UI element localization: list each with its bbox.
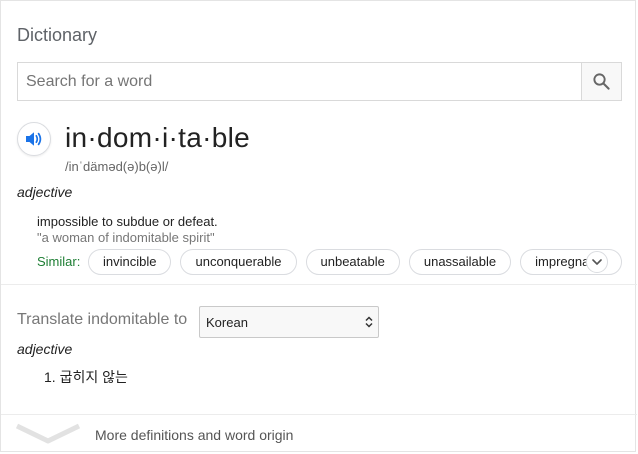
translation-part-of-speech: adjective	[17, 341, 73, 357]
chevron-down-icon	[15, 423, 81, 444]
translation-item: 1. 굽히지 않는	[44, 369, 128, 385]
definition: impossible to subdue or defeat.	[37, 214, 218, 229]
selected-language: Korean	[206, 315, 248, 330]
pronunciation-button[interactable]	[17, 122, 51, 156]
more-definitions-label: More definitions and word origin	[95, 427, 294, 443]
part-of-speech: adjective	[17, 184, 73, 200]
similar-chip[interactable]: unbeatable	[305, 249, 400, 275]
speaker-icon	[26, 132, 42, 146]
section-divider	[1, 284, 637, 285]
card-title: Dictionary	[17, 25, 98, 45]
search-box	[17, 62, 622, 101]
similar-words: invincible unconquerable unbeatable unas…	[88, 249, 622, 275]
expand-chevron-icon	[592, 259, 602, 265]
similar-label: Similar:	[37, 254, 81, 269]
phonetic-spelling: /inˈdäməd(ə)b(ə)l/	[65, 159, 169, 174]
search-input[interactable]	[18, 63, 582, 100]
search-button[interactable]	[581, 63, 621, 100]
select-arrows-icon	[365, 316, 373, 328]
similar-chip[interactable]: unassailable	[408, 249, 512, 275]
translate-label: Translate indomitable to	[17, 311, 188, 328]
similar-chip[interactable]: invincible	[88, 249, 172, 275]
search-icon	[593, 73, 610, 90]
example-sentence: "a woman of indomitable spirit"	[37, 230, 215, 245]
headword: in·dom·i·ta·ble	[65, 122, 250, 153]
language-select[interactable]: Korean	[199, 306, 379, 338]
similar-chip[interactable]: unconquerable	[180, 249, 297, 275]
more-definitions-link[interactable]: More definitions and word origin	[1, 415, 637, 453]
expand-similar-button[interactable]	[586, 251, 608, 273]
dictionary-card: Dictionary in·dom·i·ta·ble /inˈdäməd(ə)b…	[0, 0, 637, 453]
